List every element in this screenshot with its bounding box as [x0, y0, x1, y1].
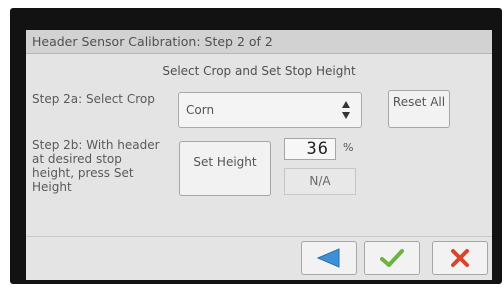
step-2b-instruction: Step 2b: With header at desired stop hei…	[32, 138, 160, 194]
window-title: Header Sensor Calibration: Step 2 of 2	[26, 30, 492, 54]
page-subtitle: Select Crop and Set Stop Height	[162, 64, 356, 78]
crop-dropdown[interactable]: Corn	[178, 92, 362, 128]
stop-height-unit: %	[343, 141, 354, 154]
secondary-value-readout: N/A	[284, 168, 356, 195]
footer-divider	[26, 236, 492, 237]
step-2a-label: Step 2a: Select Crop	[32, 92, 155, 106]
set-height-button[interactable]: Set Height	[179, 141, 271, 196]
stop-height-value: 36	[284, 138, 336, 160]
calibration-screen: Header Sensor Calibration: Step 2 of 2 S…	[26, 30, 492, 280]
back-button[interactable]	[301, 241, 357, 275]
cancel-button[interactable]	[432, 241, 488, 275]
up-down-arrows-icon	[341, 99, 351, 125]
crop-selected-value: Corn	[186, 103, 215, 117]
reset-all-button[interactable]: Reset All	[388, 90, 450, 128]
accept-button[interactable]	[364, 241, 420, 275]
